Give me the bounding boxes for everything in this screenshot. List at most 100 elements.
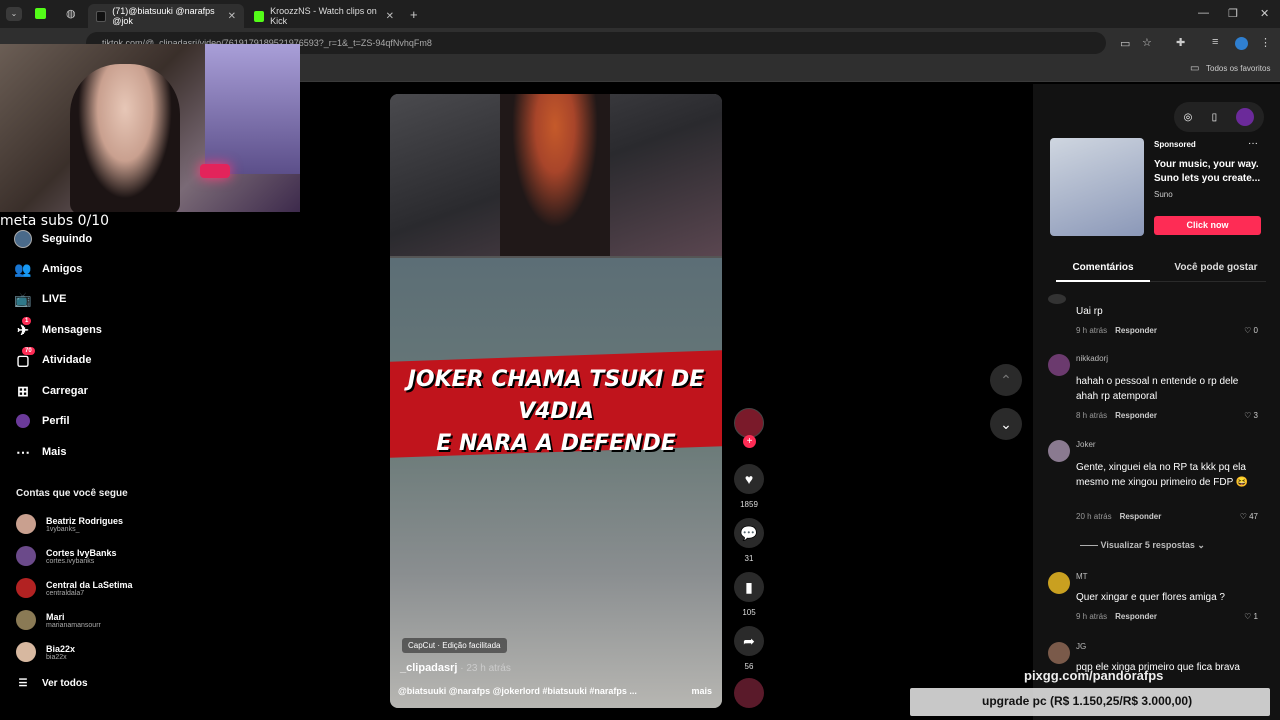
top-right-controls: ◎ ▯ [1174,102,1264,132]
tab-tiktok[interactable]: (71)@biatsuuki @narafps @jok ✕ [88,4,244,28]
comment-like[interactable]: ♡ 0 [1244,326,1258,335]
user-avatar-icon[interactable] [1236,108,1255,126]
avatar[interactable] [1048,572,1070,594]
view-replies-link[interactable]: —— Visualizar 5 respostas ⌄ [1080,540,1205,551]
profile-avatar-icon[interactable] [1235,37,1248,50]
menu-kebab-icon[interactable]: ⋮ [1260,36,1271,49]
reply-link[interactable]: Responder [1115,612,1157,621]
follow-plus-icon[interactable]: + [743,435,756,448]
extensions-icon[interactable]: ✚ [1176,36,1185,49]
messages-badge: 1 [22,317,32,325]
avatar[interactable] [1048,294,1066,304]
comment-text: Quer xingar e quer flores amiga ? [1076,592,1225,603]
avatar[interactable] [1048,354,1070,376]
comment-time: 9 h atrás [1076,326,1108,335]
tab-kick[interactable]: KroozzNS - Watch clips on Kick ✕ [246,4,402,28]
nav-activity[interactable]: ▢ 70 Atividade [12,347,212,371]
nav-following[interactable]: Seguindo [12,228,212,250]
more-icon: ⋯ [16,443,30,460]
webcam-overlay [0,44,300,212]
avatar [16,514,36,534]
close-tab-icon[interactable]: ✕ [228,11,236,22]
close-window-icon[interactable]: ✕ [1260,7,1269,20]
caption-more-link[interactable]: mais [691,686,712,696]
streamer-in-video [500,94,610,256]
comment-like[interactable]: ♡ 47 [1240,512,1258,521]
bookmark-star-icon[interactable]: ☆ [1142,36,1152,49]
close-tab-icon[interactable]: ✕ [386,11,394,22]
account-item[interactable]: Bia22x bia22x [16,642,75,662]
save-button[interactable]: ▮ 105 [734,572,764,617]
tab-comments[interactable]: Comentários [1056,262,1150,282]
compass-icon[interactable]: ◎ [1184,112,1193,123]
minimize-icon[interactable]: — [1198,7,1209,19]
tab-you-may-like[interactable]: Você pode gostar [1166,262,1266,273]
ad-thumbnail[interactable] [1050,138,1144,236]
friends-icon: 👥 [14,260,32,277]
comment-user[interactable]: JG [1076,642,1086,651]
avatar [16,642,36,662]
reply-link[interactable]: Responder [1120,512,1162,521]
comment-user[interactable]: Joker [1076,440,1096,449]
account-item[interactable]: Mari marianamansourr [16,610,101,630]
sponsored-ad: Sponsored ··· Your music, your way. Suno… [1050,138,1270,238]
account-item[interactable]: Cortes IvyBanks cortes.ivybanks [16,546,117,566]
ring-light [205,44,300,174]
comment-like[interactable]: ♡ 1 [1244,612,1258,621]
reply-link[interactable]: Responder [1115,326,1157,335]
creator-avatar[interactable]: + [734,408,764,448]
comment-meta: 8 h atrás Responder [1076,411,1157,420]
nav-label: Mais [42,446,67,458]
nav-friends[interactable]: 👥 Amigos [12,258,212,280]
folder-icon: ▭ [1190,63,1200,74]
next-video-button[interactable]: ⌄ [990,408,1022,440]
comment-user[interactable]: nikkadorj [1076,354,1108,363]
nav-messages[interactable]: ✈ 1 Mensagens [12,317,212,341]
like-button[interactable]: ♥ 1859 [734,464,764,509]
account-item[interactable]: Beatriz Rodrigues 1vybanks_ [16,514,123,534]
comment-count: 31 [744,554,754,563]
comment-user[interactable]: MT [1076,572,1088,581]
nav-profile[interactable]: Perfil [12,410,212,432]
comment-time: 9 h atrás [1076,612,1108,621]
music-disc[interactable] [734,678,764,708]
share-icon: ➦ [734,626,764,656]
account-item[interactable]: Central da LaSetima centraldala7 [16,578,133,598]
comment-item: MT Quer xingar e quer flores amiga ? 9 h… [1048,572,1258,628]
comment-icon: 💬 [734,518,764,548]
nav-label: Mensagens [42,324,102,336]
author-name: _clipadasrj [400,662,458,674]
previous-video-button[interactable]: ⌃ [990,364,1022,396]
donation-goal-bar: upgrade pc (R$ 1.150,25/R$ 3.000,00) [910,688,1270,716]
comment-meta: 9 h atrás Responder [1076,326,1157,335]
device-icon[interactable]: ▯ [1212,112,1218,123]
share-button[interactable]: ➦ 56 [734,626,764,671]
avatar [16,546,36,566]
tab-search-icon[interactable]: ⌄ [6,7,22,21]
ad-cta-button[interactable]: Click now [1154,216,1261,235]
restore-icon[interactable]: ❐ [1228,7,1238,20]
account-name: Central da LaSetima [46,579,133,590]
nav-more[interactable]: ⋯ Mais [12,441,212,463]
nav-label: Perfil [42,415,70,427]
comment-button[interactable]: 💬 31 [734,518,764,563]
comment-like[interactable]: ♡ 3 [1244,411,1258,420]
kick-favicon-pinned-icon[interactable] [35,8,46,19]
live-icon: 📺 [14,290,32,307]
nav-live[interactable]: 📺 LIVE [12,288,212,310]
reply-link[interactable]: Responder [1115,411,1157,420]
see-all-link[interactable]: ☰ Ver todos [12,672,212,694]
globe-icon[interactable]: ◍ [66,7,76,20]
avatar[interactable] [1048,642,1070,664]
profile-icon [12,413,34,429]
avatar[interactable] [1048,440,1070,462]
ad-options-icon[interactable]: ··· [1248,138,1258,149]
media-icon[interactable]: ≡ [1212,36,1218,48]
new-tab-icon[interactable]: + [410,7,418,22]
capcut-tag[interactable]: CapCut · Edição facilitada [402,638,507,653]
video-author[interactable]: _clipadasrj · 23 h atrás [400,662,511,674]
all-bookmarks-link[interactable]: Todos os favoritos [1206,64,1270,73]
cast-icon[interactable]: ▭ [1120,37,1130,50]
video-player[interactable]: JOKER CHAMA TSUKI DE V4DIA E NARA A DEFE… [390,94,722,708]
nav-upload[interactable]: ⊞ Carregar [12,380,212,402]
